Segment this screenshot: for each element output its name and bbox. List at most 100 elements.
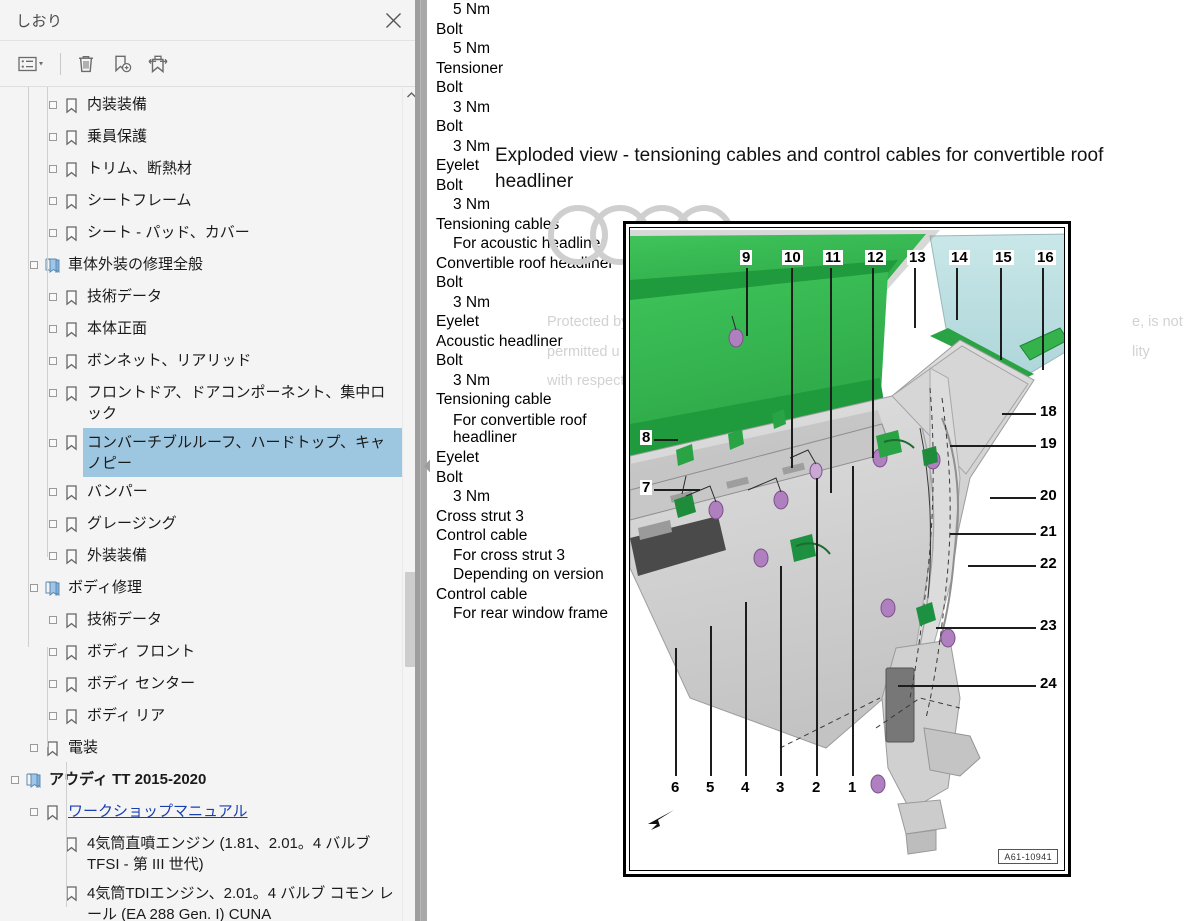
- part-entry: 5 Nm: [427, 0, 642, 20]
- expand-toggle-icon[interactable]: [27, 733, 40, 763]
- bookmark-icon: [59, 428, 83, 458]
- bookmark-tree-item[interactable]: ボディ リア: [0, 701, 403, 733]
- book-icon: [40, 573, 64, 603]
- part-spec: 5 Nm: [427, 39, 642, 59]
- bookmark-item-label: 4気筒TDIエンジン、2.01。4 バルブ コモン レール (EA 288 Ge…: [83, 879, 403, 921]
- bookmark-tree-item[interactable]: 外装装備: [0, 541, 403, 573]
- part-spec: Depending on version: [427, 565, 642, 585]
- leader-line: [852, 466, 854, 776]
- bookmark-icon: [40, 733, 64, 763]
- bookmark-tree-item[interactable]: 技術データ: [0, 282, 403, 314]
- part-name: Eyelet: [427, 448, 642, 468]
- bookmark-tree-item[interactable]: シートフレーム: [0, 186, 403, 218]
- bookmark-icon: [59, 477, 83, 507]
- bookmark-icon: [59, 637, 83, 667]
- callout-12: 12: [865, 250, 886, 265]
- bookmark-item-label: 技術データ: [83, 605, 165, 633]
- bookmark-plus-icon[interactable]: [105, 49, 139, 79]
- bookmark-item-label: 車体外装の修理全般: [64, 250, 206, 278]
- callout-2: 2: [810, 780, 822, 795]
- bookmark-panel: しおり: [0, 0, 421, 921]
- part-spec: 3 Nm: [427, 487, 642, 507]
- bookmark-item-label: 本体正面: [83, 314, 150, 342]
- bookmark-tree-item[interactable]: グレージング: [0, 509, 403, 541]
- bookmark-tree-item[interactable]: 内装装備: [0, 90, 403, 122]
- leader-line: [791, 268, 793, 468]
- callout-8: 8: [640, 430, 652, 445]
- leader-line: [1000, 268, 1002, 360]
- bookmark-tree-item[interactable]: バンパー: [0, 477, 403, 509]
- expand-toggle-icon[interactable]: [27, 797, 40, 827]
- bookmark-icon: [59, 346, 83, 376]
- bookmark-tree-item[interactable]: トリム、断熱材: [0, 154, 403, 186]
- trash-icon[interactable]: [69, 49, 103, 79]
- close-icon[interactable]: [380, 7, 406, 33]
- bookmark-tree-item[interactable]: ボディ修理: [0, 573, 403, 605]
- part-entry: Bolt5 Nm: [427, 20, 642, 59]
- callout-19: 19: [1038, 436, 1059, 451]
- bookmark-tree-item[interactable]: ボディ センター: [0, 669, 403, 701]
- part-name: Bolt: [427, 117, 642, 137]
- bookmark-item-label: バンパー: [83, 477, 151, 505]
- tree-spacer: [46, 879, 59, 909]
- callout-22: 22: [1038, 556, 1059, 571]
- bookmark-item-label: ボディ修理: [64, 573, 145, 601]
- bookmark-tree-item[interactable]: 電装: [0, 733, 403, 765]
- part-spec: For convertible roof headliner: [427, 410, 623, 449]
- bookmark-tree-item[interactable]: ボンネット、リアリッド: [0, 346, 403, 378]
- leader-line: [990, 497, 1036, 499]
- expand-toggle-icon[interactable]: [8, 765, 21, 795]
- bookmark-expand-icon[interactable]: [141, 49, 175, 79]
- expand-toggle-icon[interactable]: [46, 605, 59, 635]
- part-spec: For cross strut 3: [427, 546, 642, 566]
- bookmark-icon: [59, 669, 83, 699]
- bookmark-tree-item[interactable]: フロントドア、ドアコンポーネント、集中ロック: [0, 378, 403, 428]
- part-name: Control cable: [427, 526, 642, 546]
- bookmark-tree-item[interactable]: 4気筒直噴エンジン (1.81、2.01。4 バルブ TFSI - 第 III …: [0, 829, 403, 879]
- bookmark-icon: [59, 218, 83, 248]
- bookmark-tree-item[interactable]: 4気筒TDIエンジン、2.01。4 バルブ コモン レール (EA 288 Ge…: [0, 879, 403, 921]
- leader-line: [710, 626, 712, 776]
- book-icon: [21, 765, 45, 795]
- tree-spacer: [46, 829, 59, 859]
- bookmark-tree[interactable]: 内装装備乗員保護トリム、断熱材シートフレームシート - パッド、カバー車体外装の…: [0, 87, 403, 921]
- callout-11: 11: [823, 250, 843, 265]
- part-name: Bolt: [427, 468, 642, 488]
- bookmark-icon: [59, 701, 83, 731]
- bookmark-tree-item[interactable]: 技術データ: [0, 605, 403, 637]
- toolbar-divider: [60, 53, 61, 75]
- bookmark-tree-item[interactable]: 本体正面: [0, 314, 403, 346]
- bookmark-icon: [59, 186, 83, 216]
- leader-line: [745, 602, 747, 776]
- bookmark-item-label: トリム、断熱材: [83, 154, 195, 182]
- bookmark-tree-item[interactable]: 車体外装の修理全般: [0, 250, 403, 282]
- document-viewer: 5 NmBolt5 NmTensionerBolt3 NmBolt3 NmEye…: [421, 0, 1200, 921]
- callout-20: 20: [1038, 488, 1059, 503]
- chevron-left-icon[interactable]: [421, 455, 433, 477]
- tree-guide-line: [66, 762, 67, 907]
- bookmark-tree-item[interactable]: ボディ フロント: [0, 637, 403, 669]
- panel-divider[interactable]: [415, 0, 420, 921]
- bookmark-icon: [59, 879, 83, 909]
- bookmark-tree-container: 内装装備乗員保護トリム、断熱材シートフレームシート - パッド、カバー車体外装の…: [0, 87, 420, 921]
- bookmark-tree-item[interactable]: アウディ TT 2015-2020: [0, 765, 403, 797]
- callout-16: 16: [1035, 250, 1056, 265]
- part-entry: Eyelet: [427, 448, 642, 468]
- bookmark-item-label: シート - パッド、カバー: [83, 218, 253, 246]
- callout-21: 21: [1038, 524, 1059, 539]
- tree-guide-line: [47, 87, 48, 557]
- figure-canvas: 9 10 11 12 13 14 15 16 1: [629, 227, 1065, 871]
- figure-id-label: A61-10941: [998, 849, 1058, 864]
- bookmark-tree-item[interactable]: 乗員保護: [0, 122, 403, 154]
- exploded-view-figure: 9 10 11 12 13 14 15 16 1: [623, 221, 1071, 877]
- part-name: Tensioner: [427, 59, 642, 79]
- bookmark-tree-item[interactable]: ワークショップマニュアル: [0, 797, 403, 829]
- bookmark-icon: [59, 509, 83, 539]
- callout-9: 9: [740, 250, 752, 265]
- part-name: Bolt: [427, 273, 642, 293]
- callout-14: 14: [949, 250, 970, 265]
- bookmark-tree-item[interactable]: シート - パッド、カバー: [0, 218, 403, 250]
- bookmark-tree-item[interactable]: コンバーチブルルーフ、ハードトップ、キャノピー: [0, 428, 403, 478]
- list-options-icon[interactable]: [12, 49, 52, 79]
- leader-line: [780, 566, 782, 776]
